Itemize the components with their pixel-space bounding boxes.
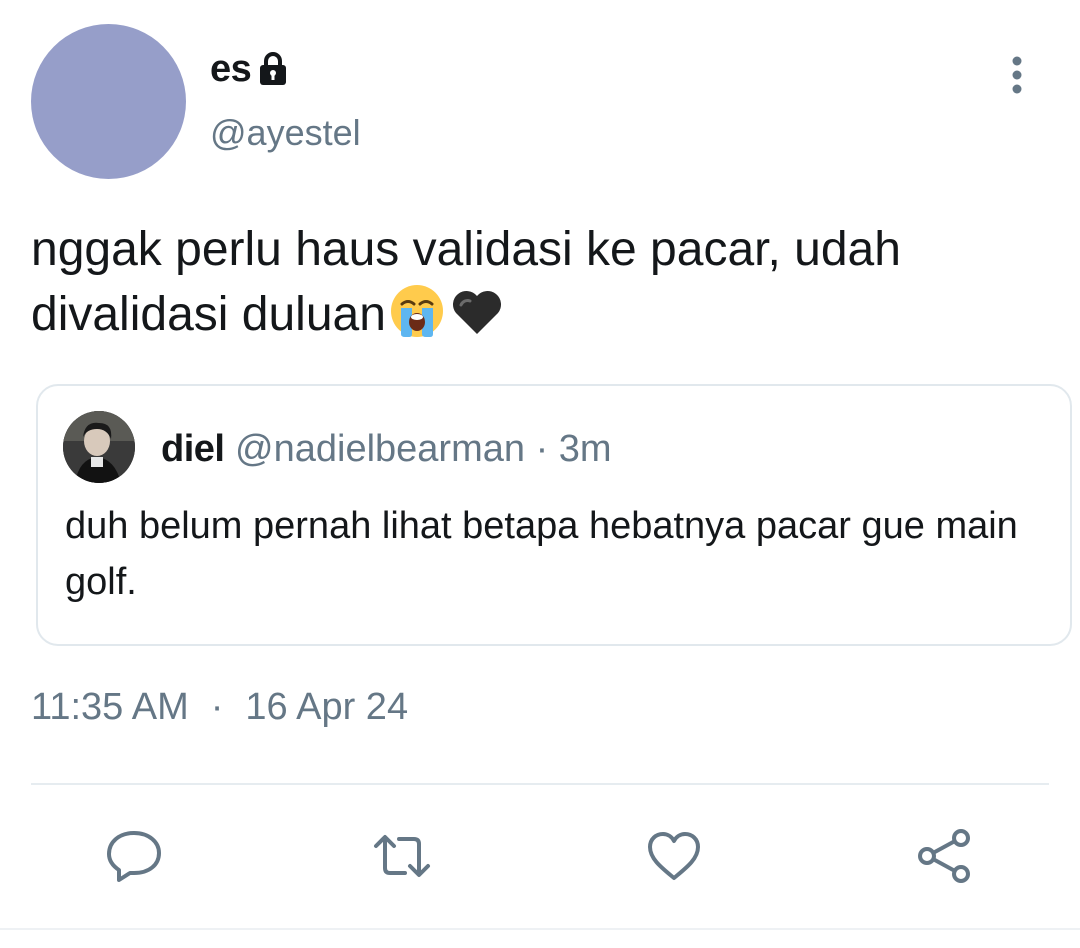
quoted-handle[interactable]: @nadielbearman bbox=[235, 428, 525, 470]
loudly-crying-face-icon bbox=[388, 282, 446, 340]
quoted-time: 3m bbox=[558, 428, 612, 470]
quoted-tweet-text: duh belum pernah lihat betapa hebatnya p… bbox=[65, 505, 1018, 603]
tweet-time: 11:35 AM bbox=[31, 686, 189, 728]
reply-icon bbox=[107, 831, 161, 882]
lock-icon bbox=[257, 51, 289, 87]
timestamp-separator: · bbox=[210, 686, 224, 728]
reply-button[interactable] bbox=[104, 826, 164, 886]
quoted-display-name[interactable]: diel bbox=[161, 428, 225, 470]
author-display-name[interactable]: es bbox=[210, 48, 252, 91]
more-options-button[interactable] bbox=[1000, 54, 1034, 98]
tweet-timestamp[interactable]: 11:35 AM · 16 Apr 24 bbox=[31, 686, 408, 729]
like-button[interactable] bbox=[644, 826, 704, 886]
divider bbox=[31, 783, 1049, 785]
black-heart-icon bbox=[448, 282, 506, 340]
quoted-separator: · bbox=[535, 428, 549, 470]
retweet-icon bbox=[374, 835, 430, 877]
author-handle[interactable]: @ayestel bbox=[210, 112, 361, 154]
bottom-divider bbox=[0, 928, 1080, 930]
author-avatar[interactable] bbox=[31, 24, 186, 179]
more-vertical-icon bbox=[1012, 56, 1022, 94]
quoted-tweet-card[interactable]: diel @nadielbearman · 3m duh belum perna… bbox=[36, 384, 1072, 646]
tweet-text: nggak perlu haus validasi ke pacar, udah… bbox=[31, 218, 1061, 347]
share-icon bbox=[918, 829, 970, 883]
author-name-row[interactable]: es bbox=[210, 44, 289, 94]
tweet-date: 16 Apr 24 bbox=[245, 686, 409, 728]
like-icon bbox=[648, 832, 700, 880]
quoted-author-avatar[interactable] bbox=[63, 411, 135, 483]
share-button[interactable] bbox=[914, 826, 974, 886]
quoted-tweet-header: diel @nadielbearman · 3m bbox=[161, 426, 612, 472]
tweet-detail: es @ayestel nggak perlu haus validasi ke… bbox=[0, 0, 1080, 948]
retweet-button[interactable] bbox=[372, 826, 432, 886]
